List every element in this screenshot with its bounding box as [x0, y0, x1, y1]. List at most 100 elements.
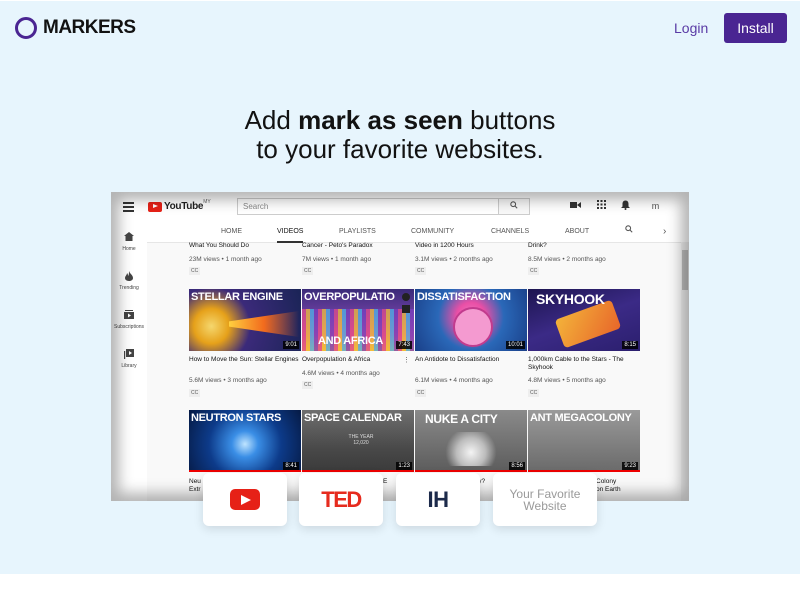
hero-text-post: buttons — [462, 105, 556, 135]
yt-scrollbar[interactable] — [681, 242, 689, 501]
sidebar-label: Subscriptions — [113, 324, 144, 330]
sidebar-label: Home — [122, 246, 136, 252]
tabs-next-chevron-icon[interactable]: › — [663, 222, 666, 241]
video-title[interactable]: Overpopulation & Africa — [302, 356, 412, 364]
tab-search-icon[interactable] — [625, 222, 633, 241]
thumbnail-text: NEUTRON STARS — [191, 412, 282, 424]
watched-progress-bar — [528, 470, 640, 472]
video-thumbnail[interactable]: ANT MEGACOLONY 9:23 — [528, 410, 640, 472]
cc-badge: CC — [415, 267, 427, 275]
video-title[interactable]: 1,000km Cable to the Stars - The Skyhook — [528, 356, 638, 372]
yt-sidebar: Home Trending Subscriptions Library — [111, 222, 147, 501]
ih-site-badge[interactable]: IH — [396, 473, 480, 526]
sidebar-item-library[interactable]: Library — [111, 349, 147, 369]
video-thumbnail[interactable]: STELLAR ENGINE 9:01 — [189, 289, 301, 351]
video-duration: 9:01 — [283, 341, 299, 349]
thumbnail-text: AND AFRICA — [318, 335, 384, 347]
hero-text-bold: mark as seen — [298, 105, 463, 135]
hero-line-2: to your favorite websites. — [256, 134, 544, 164]
video-title[interactable]: An Antidote to Dissatisfaction — [415, 356, 525, 364]
hamburger-menu-icon[interactable] — [123, 202, 134, 212]
cc-badge: CC — [189, 267, 201, 275]
yt-top-bar: YouTube MY Search m — [111, 192, 689, 222]
video-meta: 3.1M views • 2 months ago — [415, 256, 493, 263]
tab-about[interactable]: ABOUT — [565, 222, 589, 241]
video-title[interactable]: Colony — [596, 478, 689, 486]
video-title[interactable]: How to Move the Sun: Stellar Engines — [189, 356, 299, 364]
sidebar-item-trending[interactable]: Trending — [111, 271, 147, 291]
ih-logo: IH — [427, 486, 450, 512]
your-favorite-website-badge[interactable]: Your Favorite Website — [493, 473, 597, 526]
watched-progress-bar — [302, 470, 414, 472]
youtube-site-badge[interactable] — [203, 473, 287, 526]
brand-name: MARKERS — [43, 17, 136, 38]
sidebar-item-home[interactable]: Home — [111, 232, 147, 252]
yt-search-input[interactable]: Search — [237, 198, 499, 215]
footer-strip — [0, 574, 800, 600]
thumbnail-art — [229, 311, 299, 337]
watched-progress-bar — [415, 470, 527, 472]
video-thumbnail[interactable]: NUKE A CITY 8:56 — [415, 410, 527, 472]
cc-badge: CC — [302, 381, 314, 389]
sidebar-item-subscriptions[interactable]: Subscriptions — [111, 310, 147, 330]
video-camera-icon[interactable] — [569, 200, 582, 213]
notifications-bell-icon[interactable] — [619, 200, 632, 213]
youtube-logo-text: YouTube — [164, 201, 204, 212]
ted-logo: TED — [321, 486, 362, 512]
login-link[interactable]: Login — [674, 20, 708, 36]
subscriptions-icon — [111, 310, 147, 322]
watch-later-icon[interactable] — [402, 293, 410, 301]
thumbnail-text: DISSATISFACTION — [417, 291, 511, 303]
video-thumbnail[interactable]: OVERPOPULATIO AND AFRICA 7:43 — [302, 289, 414, 351]
brand-logo[interactable]: MARKERS — [15, 17, 136, 39]
channel-tabs: HOME VIDEOS PLAYLISTS COMMUNITY CHANNELS… — [147, 222, 689, 243]
tab-playlists[interactable]: PLAYLISTS — [339, 222, 376, 241]
video-thumbnail[interactable]: DISSATISFACTION 10:01 — [415, 289, 527, 351]
more-options-icon[interactable]: ⋮ — [403, 356, 410, 364]
sidebar-label: Trending — [119, 285, 139, 291]
youtube-logo[interactable]: YouTube MY — [148, 199, 211, 212]
library-icon — [111, 349, 147, 361]
tab-home[interactable]: HOME — [221, 222, 242, 241]
video-duration: 8:15 — [622, 341, 638, 349]
video-thumbnail[interactable]: SKYHOOK 8:15 — [528, 289, 640, 351]
apps-grid-icon[interactable] — [595, 200, 608, 213]
video-title[interactable]: Drink? — [528, 242, 638, 249]
video-title[interactable]: Video in 1200 Hours — [415, 242, 525, 249]
thumbnail-art — [453, 307, 493, 347]
install-button[interactable]: Install — [724, 13, 787, 43]
thumbnail-art — [441, 432, 501, 466]
cc-badge: CC — [189, 389, 201, 397]
cc-badge: CC — [528, 389, 540, 397]
add-to-queue-icon[interactable] — [402, 305, 410, 313]
thumbnail-caption: THE YEAR 12,020 — [348, 434, 374, 446]
video-duration: 8:56 — [509, 462, 525, 470]
thumbnail-text: NUKE A CITY — [425, 412, 498, 426]
video-meta: 6.1M views • 4 months ago — [415, 377, 493, 384]
tab-community[interactable]: COMMUNITY — [411, 222, 454, 241]
video-thumbnail[interactable]: SPACE CALENDAR THE YEAR 12,020 1:23 — [302, 410, 414, 472]
home-icon — [111, 232, 147, 244]
watched-progress-bar — [189, 470, 301, 472]
thumbnail-text: OVERPOPULATIO — [304, 291, 395, 303]
account-avatar[interactable]: m — [649, 200, 662, 213]
thumbnail-text: SPACE CALENDAR — [304, 412, 402, 424]
cc-badge: CC — [302, 267, 314, 275]
hero-heading: Add mark as seen buttons to your favorit… — [0, 106, 800, 164]
yt-search-button[interactable] — [499, 198, 530, 215]
tab-videos[interactable]: VIDEOS — [277, 222, 304, 243]
video-title[interactable]: What You Should Do — [189, 242, 299, 249]
video-title[interactable]: on Earth — [596, 486, 689, 494]
scrollbar-thumb[interactable] — [682, 250, 688, 290]
hero-line-1: Add mark as seen buttons — [0, 106, 800, 135]
video-meta: 5.6M views • 3 months ago — [189, 377, 267, 384]
video-meta: 23M views • 1 month ago — [189, 256, 262, 263]
youtube-preview: YouTube MY Search m Home Trending Subscr… — [111, 192, 689, 501]
tab-channels[interactable]: CHANNELS — [491, 222, 529, 241]
ted-site-badge[interactable]: TED — [299, 473, 383, 526]
favorite-website-label: Your Favorite Website — [509, 486, 581, 513]
video-title[interactable]: Cancer - Peto's Paradox — [302, 242, 412, 249]
video-thumbnail[interactable]: NEUTRON STARS 8:41 — [189, 410, 301, 472]
video-meta: 7M views • 1 month ago — [302, 256, 372, 263]
brand-ring-icon — [15, 17, 37, 39]
